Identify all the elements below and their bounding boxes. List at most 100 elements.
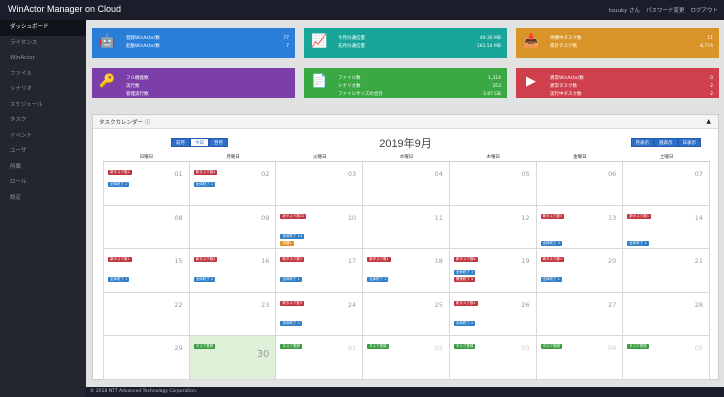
calendar-day[interactable]: 09 xyxy=(189,205,277,249)
calendar-event[interactable]: タスク登録 xyxy=(367,344,389,349)
today-button[interactable]: 今日 xyxy=(190,138,209,147)
calendar-event[interactable]: タスク登録 xyxy=(627,344,649,349)
calendar-day[interactable]: 15 新タスク数1 全体終了 1 xyxy=(103,249,190,293)
calendar-event[interactable]: 全体終了 1 xyxy=(108,277,130,282)
calendar-day[interactable]: 21 xyxy=(623,249,710,293)
calendar-event[interactable]: 全体終了 1 xyxy=(627,240,649,246)
sidebar-item-winactor[interactable]: WinActor xyxy=(0,51,86,67)
calendar-day[interactable]: 25 xyxy=(363,292,450,336)
calendar-day[interactable]: 01 タスク登録 xyxy=(276,336,364,380)
sidebar-item-role[interactable]: ロール xyxy=(0,175,86,191)
calendar-event[interactable]: 新タスク数3 xyxy=(540,213,565,219)
calendar-panel-header: タスクカレンダー ⓘ ▲ xyxy=(93,115,718,129)
calendar-event[interactable]: 新タスク数1 xyxy=(627,213,652,219)
calendar-event[interactable]: 新タスク数4 xyxy=(193,170,218,175)
calendar-day[interactable]: 26 新タスク数2 全体終了 2 xyxy=(449,292,537,336)
calendar-event[interactable]: 全体終了 1 xyxy=(367,277,389,282)
calendar-event[interactable]: 待機1 xyxy=(280,240,294,246)
calendar-event[interactable]: 全体終了 1 xyxy=(193,182,216,187)
calendar-event[interactable]: 新タスク数22 xyxy=(280,213,307,219)
calendar-event[interactable]: 全体終了 1 xyxy=(280,277,302,282)
calendar-nav-buttons: 前月 今日 翌月 xyxy=(171,138,228,147)
calendar-event[interactable]: 全体終了 14 xyxy=(280,233,304,239)
calendar-day[interactable]: 02 新タスク数4 全体終了 1 xyxy=(189,162,277,206)
calendar-day[interactable]: 22 xyxy=(103,292,190,336)
calendar-day[interactable]: 03 xyxy=(276,162,364,206)
calendar-event[interactable]: 新タスク数1 xyxy=(280,257,305,262)
calendar-day[interactable]: 05 タスク登録 xyxy=(623,336,710,380)
calendar-day[interactable]: 04 タスク登録 xyxy=(536,336,624,380)
calendar-event[interactable]: 全体終了 3 xyxy=(280,320,302,326)
calendar-day[interactable]: 29 xyxy=(103,336,190,380)
calendar-grid: 日曜日 月曜日 火曜日 水曜日 木曜日 金曜日 土曜日 01 新タスク数2 全体終了… xyxy=(103,153,710,380)
calendar-day[interactable]: 07 xyxy=(623,162,710,206)
week-view-button[interactable]: 週表示 xyxy=(654,138,678,147)
calendar-event[interactable]: 全体終了 1 xyxy=(453,270,476,275)
calendar-day[interactable]: 04 xyxy=(363,162,450,206)
sidebar-item-affiliation[interactable]: 所属 xyxy=(0,160,86,176)
password-change-link[interactable]: パスワード変更 xyxy=(646,6,685,14)
calendar-day[interactable]: 14 新タスク数1 全体終了 1 xyxy=(623,205,710,249)
calendar-event[interactable]: 全体終了 2 xyxy=(193,277,216,282)
sidebar-item-user[interactable]: ユーザ xyxy=(0,144,86,160)
calendar-event[interactable]: 新タスク数1 xyxy=(108,257,132,262)
day-number: 02 xyxy=(434,344,443,352)
prev-month-button[interactable]: 前月 xyxy=(171,138,190,147)
sidebar-item-file[interactable]: ファイル xyxy=(0,67,86,83)
calendar-day[interactable]: 20 新タスク数1 全体終了 1 xyxy=(536,249,624,293)
calendar-day[interactable]: 28 xyxy=(623,292,710,336)
day-view-button[interactable]: 日表示 xyxy=(677,138,701,147)
calendar-day-today[interactable]: 30 タスク登録 xyxy=(189,336,277,380)
calendar-event[interactable]: 全体終了 1 xyxy=(108,182,130,187)
sidebar-item-dashboard[interactable]: ダッシュボード xyxy=(0,20,86,36)
calendar-day[interactable]: 17 新タスク数1 全体終了 1 xyxy=(276,249,364,293)
calendar-day[interactable]: 19 新タスク数6 全体終了 1 異常終了 5 xyxy=(449,249,537,293)
calendar-day[interactable]: 06 xyxy=(536,162,624,206)
calendar-day[interactable]: 08 xyxy=(103,205,190,249)
calendar-event[interactable]: 新タスク数1 xyxy=(367,257,391,262)
calendar-day[interactable]: 01 新タスク数2 全体終了 1 xyxy=(103,162,190,206)
calendar-day[interactable]: 12 xyxy=(449,205,537,249)
calendar-day[interactable]: 24 新タスク数3 全体終了 3 xyxy=(276,292,364,336)
next-month-button[interactable]: 翌月 xyxy=(209,138,228,147)
calendar-day[interactable]: 03 タスク登録 xyxy=(449,336,537,380)
calendar-day[interactable]: 23 xyxy=(189,292,277,336)
calendar-day[interactable]: 16 新タスク数2 全体終了 2 xyxy=(189,249,277,293)
error-stats-card: ▶ 異常WinActor数 0 異常タスク数 2 実行中タスク数 2 xyxy=(516,68,719,98)
day-number: 03 xyxy=(521,344,530,352)
calendar-event[interactable]: 新タスク数1 xyxy=(540,257,565,262)
sidebar-item-schedule[interactable]: スケジュール xyxy=(0,98,86,114)
sidebar-item-license[interactable]: ライセンス xyxy=(0,36,86,52)
calendar-day[interactable]: 05 xyxy=(449,162,537,206)
calendar-event[interactable]: 異常終了 5 xyxy=(453,277,476,282)
calendar-day[interactable]: 10 新タスク数22 全体終了 14 待機1 xyxy=(276,205,364,249)
calendar-event[interactable]: 新タスク数2 xyxy=(453,300,478,306)
calendar-event[interactable]: 新タスク数3 xyxy=(280,300,305,306)
sidebar-item-settings[interactable]: 設定 xyxy=(0,191,86,207)
info-icon[interactable]: ⓘ xyxy=(145,120,151,126)
app-title[interactable]: WinActor Manager on Cloud xyxy=(8,4,121,14)
calendar-day[interactable]: 02 タスク登録 xyxy=(363,336,450,380)
collapse-icon[interactable]: ▲ xyxy=(706,118,711,125)
month-view-button[interactable]: 月表示 xyxy=(630,138,654,147)
sidebar-item-scenario[interactable]: シナリオ xyxy=(0,82,86,98)
calendar-event[interactable]: 全体終了 1 xyxy=(540,277,562,282)
day-number: 30 xyxy=(256,349,270,360)
calendar-day[interactable]: 13 新タスク数3 全体終了 3 xyxy=(536,205,624,249)
calendar-day[interactable]: 18 新タスク数1 全体終了 1 xyxy=(363,249,450,293)
sidebar-item-task[interactable]: タスク xyxy=(0,113,86,129)
calendar-event[interactable]: 新タスク数6 xyxy=(453,257,478,262)
user-name[interactable]: tsuuky さん xyxy=(609,6,640,14)
calendar-day[interactable]: 11 xyxy=(363,205,450,249)
calendar-event[interactable]: 新タスク数2 xyxy=(108,170,132,175)
calendar-event[interactable]: 全体終了 3 xyxy=(540,240,562,246)
calendar-event[interactable]: タスク登録 xyxy=(453,344,476,349)
calendar-event[interactable]: 新タスク数2 xyxy=(193,257,218,262)
calendar-event[interactable]: タスク登録 xyxy=(540,344,563,349)
sidebar-item-event[interactable]: イベント xyxy=(0,129,86,145)
calendar-day[interactable]: 27 xyxy=(536,292,624,336)
calendar-event[interactable]: タスク登録 xyxy=(193,344,216,349)
logout-link[interactable]: ログアウト xyxy=(690,6,718,14)
calendar-event[interactable]: 全体終了 2 xyxy=(453,320,476,326)
calendar-event[interactable]: タスク登録 xyxy=(280,344,302,349)
